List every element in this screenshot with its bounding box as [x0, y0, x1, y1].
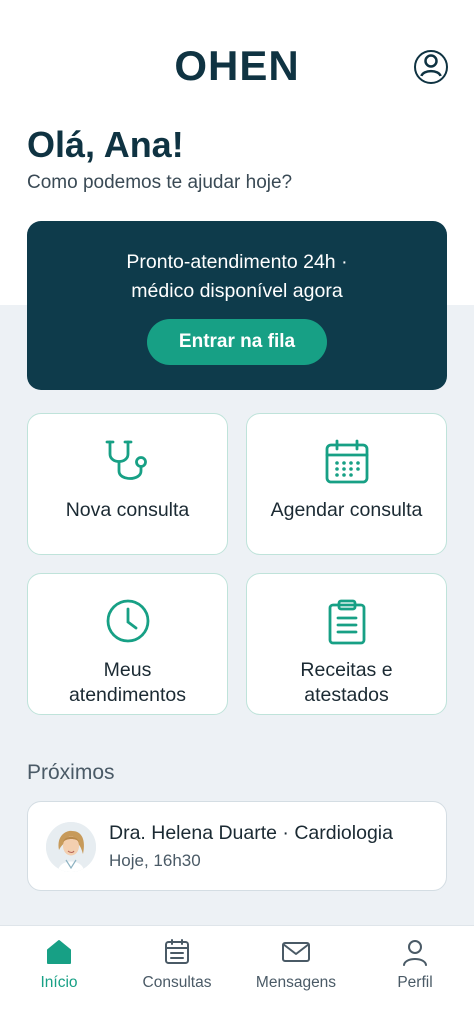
tile-label-line-2: atendimentos	[68, 684, 187, 706]
tab-mensagens[interactable]: Mensagens	[237, 926, 355, 1024]
stethoscope-icon	[103, 438, 153, 493]
profile-button[interactable]	[414, 50, 448, 84]
tab-label: Mensagens	[255, 974, 337, 991]
home-icon	[45, 938, 73, 971]
upcoming-section-title: Próximos	[27, 761, 115, 784]
tile-label: Receitas e atestados	[247, 658, 446, 708]
tile-nova-consulta[interactable]: Nova consulta	[27, 413, 228, 555]
greeting-title: Olá, Ana!	[27, 124, 184, 165]
appointment-doctor: Dra. Helena Duarte · Cardiologia	[109, 822, 393, 844]
tab-label: Perfil	[397, 974, 433, 991]
calendar-icon	[324, 438, 370, 491]
greeting-subtitle: Como podemos te ajudar hoje?	[27, 172, 293, 193]
urgent-care-banner: Pronto-atendimento 24h · médico disponív…	[27, 221, 447, 390]
tile-label-line-1: Meus	[103, 659, 152, 681]
tab-consultas[interactable]: Consultas	[118, 926, 236, 1024]
bottom-tab-bar: Início Consultas Mensagens Perfil	[0, 925, 474, 1024]
tab-inicio[interactable]: Início	[0, 926, 118, 1024]
user-circle-icon	[420, 53, 442, 82]
clock-icon	[105, 598, 151, 649]
list-icon	[163, 938, 191, 971]
tab-perfil[interactable]: Perfil	[356, 926, 474, 1024]
tile-label-line-2: atestados	[304, 684, 389, 706]
tab-label: Consultas	[142, 974, 212, 991]
appointment-time: Hoje, 16h30	[109, 851, 201, 870]
doctor-avatar	[46, 822, 96, 872]
banner-line-2: médico disponível agora	[131, 280, 343, 302]
person-icon	[401, 938, 429, 971]
tile-label: Agendar consulta	[270, 499, 423, 521]
tile-meus-atendimentos[interactable]: Meus atendimentos	[27, 573, 228, 715]
banner-text: Pronto-atendimento 24h · médico disponív…	[27, 248, 447, 306]
tab-label: Início	[40, 974, 78, 991]
app-logo: OHEN	[174, 42, 300, 89]
tile-receitas-atestados[interactable]: Receitas e atestados	[246, 573, 447, 715]
clipboard-icon	[327, 598, 367, 651]
upcoming-appointment-card[interactable]: Dra. Helena Duarte · Cardiologia Hoje, 1…	[27, 801, 447, 891]
tile-label: Nova consulta	[65, 499, 190, 521]
banner-line-1: Pronto-atendimento 24h ·	[126, 251, 348, 273]
tile-label: Meus atendimentos	[28, 658, 227, 708]
tile-agendar-consulta[interactable]: Agendar consulta	[246, 413, 447, 555]
app-header: OHEN	[0, 0, 474, 120]
tile-label-line-1: Receitas e	[300, 659, 393, 681]
mail-icon	[281, 938, 311, 971]
join-queue-button[interactable]: Entrar na fila	[147, 319, 327, 365]
